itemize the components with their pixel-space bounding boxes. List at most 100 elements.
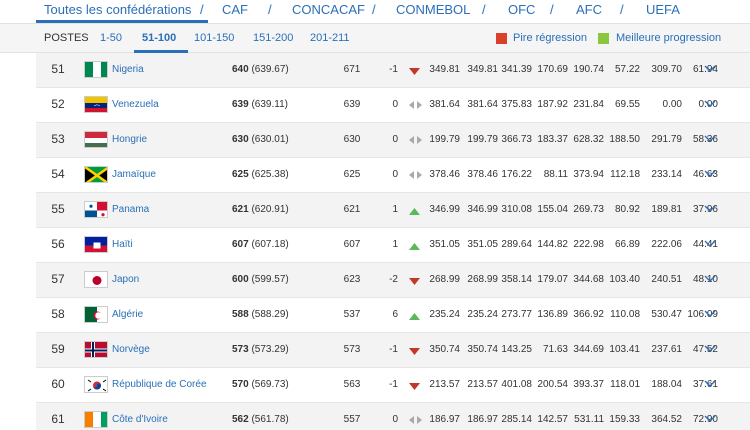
rank-change: 0 xyxy=(392,414,398,425)
tab-separator: / xyxy=(372,2,376,17)
chevron-down-icon[interactable] xyxy=(704,274,716,282)
table-row[interactable]: 55 Panama 621 (620.91) 621 1 346.99 346.99 310.… xyxy=(36,193,750,228)
team-link[interactable]: Nigeria xyxy=(112,64,144,75)
chevron-down-icon[interactable] xyxy=(704,99,716,107)
table-row[interactable]: 59 Norvège 573 (573.29) 573 -1 350.74 350.74 14… xyxy=(36,333,750,368)
flag-algerie-icon xyxy=(84,306,108,323)
rank-change: 6 xyxy=(392,309,398,320)
table-row[interactable]: 53 Hongrie 630 (630.01) 630 0 199.79 199.79 366… xyxy=(36,123,750,158)
points: 625 (625.38) xyxy=(232,169,289,180)
rank-change: 1 xyxy=(392,239,398,250)
points: 621 (620.91) xyxy=(232,204,289,215)
score-value: 189.81 xyxy=(651,204,682,215)
points: 640 (639.67) xyxy=(232,64,289,75)
team-link[interactable]: République de Corée xyxy=(112,379,207,390)
score-value: 237.61 xyxy=(651,344,682,355)
tab-caf[interactable]: CAF xyxy=(222,2,248,17)
table-row[interactable]: 52 Venezuela 639 (639.11) 639 0 381.64 381.64 3… xyxy=(36,88,750,123)
score-value: 235.24 xyxy=(467,309,498,320)
rank: 57 xyxy=(51,272,65,286)
score-value: 285.14 xyxy=(501,414,532,425)
table-row[interactable]: 54 Jamaïque 625 (625.38) 625 0 378.46 378.46 17… xyxy=(36,158,750,193)
ranking-table: 51 Nigeria 640 (639.67) 671 -1 349.81 349.81 34… xyxy=(36,53,750,430)
confederation-tabs: Toutes les confédérations / CAF / CONCAC… xyxy=(0,0,750,23)
range-201-211[interactable]: 201-211 xyxy=(310,32,350,44)
score-value: 222.06 xyxy=(651,239,682,250)
arrow-up-icon xyxy=(409,242,420,253)
table-row[interactable]: 57 Japon 600 (599.57) 623 -2 268.99 268.99 358.… xyxy=(36,263,750,298)
team-link[interactable]: Haïti xyxy=(112,239,133,250)
tab-separator: / xyxy=(200,2,204,17)
team-link[interactable]: Panama xyxy=(112,204,149,215)
chevron-down-icon[interactable] xyxy=(704,134,716,142)
score-value: 349.81 xyxy=(467,64,498,75)
team-link[interactable]: Japon xyxy=(112,274,139,285)
points: 607 (607.18) xyxy=(232,239,289,250)
rank: 56 xyxy=(51,237,65,251)
arrows-horizontal-icon xyxy=(409,136,422,147)
score-value: 378.46 xyxy=(429,169,460,180)
score-value: 112.18 xyxy=(610,169,640,180)
tab-uefa[interactable]: UEFA xyxy=(646,2,680,17)
score-value: 199.79 xyxy=(467,134,498,145)
points-exact: (639.67) xyxy=(251,64,289,75)
range-51-100[interactable]: 51-100 xyxy=(142,32,176,44)
arrow-up-icon xyxy=(409,312,420,323)
table-row[interactable]: 51 Nigeria 640 (639.67) 671 -1 349.81 349.81 34… xyxy=(36,53,750,88)
chevron-down-icon[interactable] xyxy=(704,204,716,212)
arrow-down-icon xyxy=(409,277,420,288)
range-101-150[interactable]: 101-150 xyxy=(194,32,234,44)
points-exact: (607.18) xyxy=(251,239,289,250)
points-exact: (620.91) xyxy=(251,204,289,215)
score-value: 366.73 xyxy=(501,134,532,145)
chevron-down-icon[interactable] xyxy=(704,344,716,352)
range-1-50[interactable]: 1-50 xyxy=(100,32,122,44)
range-151-200[interactable]: 151-200 xyxy=(253,32,293,44)
tab-conmebol[interactable]: CONMEBOL xyxy=(396,2,470,17)
score-value: 186.97 xyxy=(467,414,498,425)
team-link[interactable]: Côte d'Ivoire xyxy=(112,414,168,425)
tab-all-confederations[interactable]: Toutes les confédérations xyxy=(44,2,191,17)
points: 630 (630.01) xyxy=(232,134,289,145)
points: 600 (599.57) xyxy=(232,274,289,285)
team-link[interactable]: Norvège xyxy=(112,344,150,355)
score-value: 364.52 xyxy=(651,414,682,425)
chevron-down-icon[interactable] xyxy=(704,64,716,72)
table-row[interactable]: 58 Algérie 588 (588.29) 537 6 235.24 235.24 273… xyxy=(36,298,750,333)
points-exact: (569.73) xyxy=(251,379,289,390)
score-value: 341.39 xyxy=(501,64,532,75)
arrow-down-icon xyxy=(409,382,420,393)
chevron-down-icon[interactable] xyxy=(704,309,716,317)
flag-venezuela-icon xyxy=(84,96,108,113)
chevron-down-icon[interactable] xyxy=(704,414,716,422)
score-value: 136.89 xyxy=(537,309,568,320)
rank-change: -2 xyxy=(389,274,398,285)
worst-regression-label: Pire régression xyxy=(513,32,587,44)
table-row[interactable]: 56 Haïti 607 (607.18) 607 1 351.05 351.05 289.6… xyxy=(36,228,750,263)
tab-afc[interactable]: AFC xyxy=(576,2,602,17)
tab-separator: / xyxy=(620,2,624,17)
score-value: 373.94 xyxy=(573,169,604,180)
score-value: 0.00 xyxy=(662,99,682,110)
rank-change: 0 xyxy=(392,99,398,110)
score-value: 240.51 xyxy=(651,274,682,285)
chevron-down-icon[interactable] xyxy=(704,239,716,247)
score-value: 71.63 xyxy=(542,344,568,355)
tab-concacaf[interactable]: CONCACAF xyxy=(292,2,365,17)
team-link[interactable]: Hongrie xyxy=(112,134,147,145)
tab-ofc[interactable]: OFC xyxy=(508,2,535,17)
score-value: 358.14 xyxy=(501,274,532,285)
table-row[interactable]: 61 Côte d'Ivoire 562 (561.78) 557 0 186.97 186… xyxy=(36,403,750,430)
postes-label: POSTES xyxy=(44,32,89,44)
rank: 61 xyxy=(51,412,65,426)
tab-separator: / xyxy=(268,2,272,17)
table-row[interactable]: 60 République de Corée 570 (569.73) 563 -1 21… xyxy=(36,368,750,403)
tab-separator: / xyxy=(482,2,486,17)
chevron-down-icon[interactable] xyxy=(704,379,716,387)
team-link[interactable]: Venezuela xyxy=(112,99,159,110)
team-link[interactable]: Jamaïque xyxy=(112,169,156,180)
previous-points: 573 xyxy=(343,344,361,355)
chevron-down-icon[interactable] xyxy=(704,169,716,177)
arrows-horizontal-icon xyxy=(409,416,422,427)
team-link[interactable]: Algérie xyxy=(112,309,143,320)
